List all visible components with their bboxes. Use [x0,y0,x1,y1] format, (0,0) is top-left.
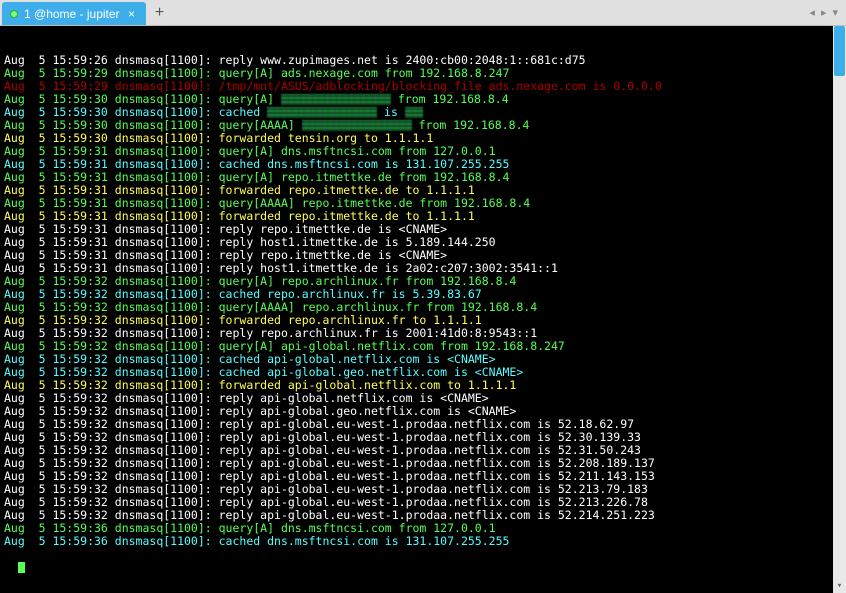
new-tab-button[interactable]: + [146,0,174,25]
scrollbar[interactable]: ▴ ▾ [833,26,846,593]
cursor-block-icon [18,562,25,573]
redacted-pixelated-icon [302,120,412,131]
tab-title: 1 @home - jupiter [24,7,120,21]
scroll-down-icon[interactable]: ▾ [833,580,846,593]
activity-led-icon [10,10,18,18]
log-line: Aug 5 15:59:36 dnsmasq[1100]: cached dns… [4,535,842,548]
tab-nav-right-icon[interactable]: ▸ [821,6,827,19]
tab-active[interactable]: 1 @home - jupiter × [2,2,146,25]
close-icon[interactable]: × [126,8,138,20]
scrollbar-thumb[interactable] [834,26,845,76]
redacted-pixelated-icon [281,94,391,105]
tab-nav-controls: ◂ ▸ ▾ [809,0,846,25]
tab-bar: 1 @home - jupiter × + ◂ ▸ ▾ [0,0,846,26]
redacted-pixelated-icon [405,107,423,118]
redacted-pixelated-icon [267,107,377,118]
terminal-output[interactable]: Aug 5 15:59:26 dnsmasq[1100]: reply www.… [0,26,846,593]
tab-menu-icon[interactable]: ▾ [832,6,838,19]
tab-nav-left-icon[interactable]: ◂ [809,6,815,19]
